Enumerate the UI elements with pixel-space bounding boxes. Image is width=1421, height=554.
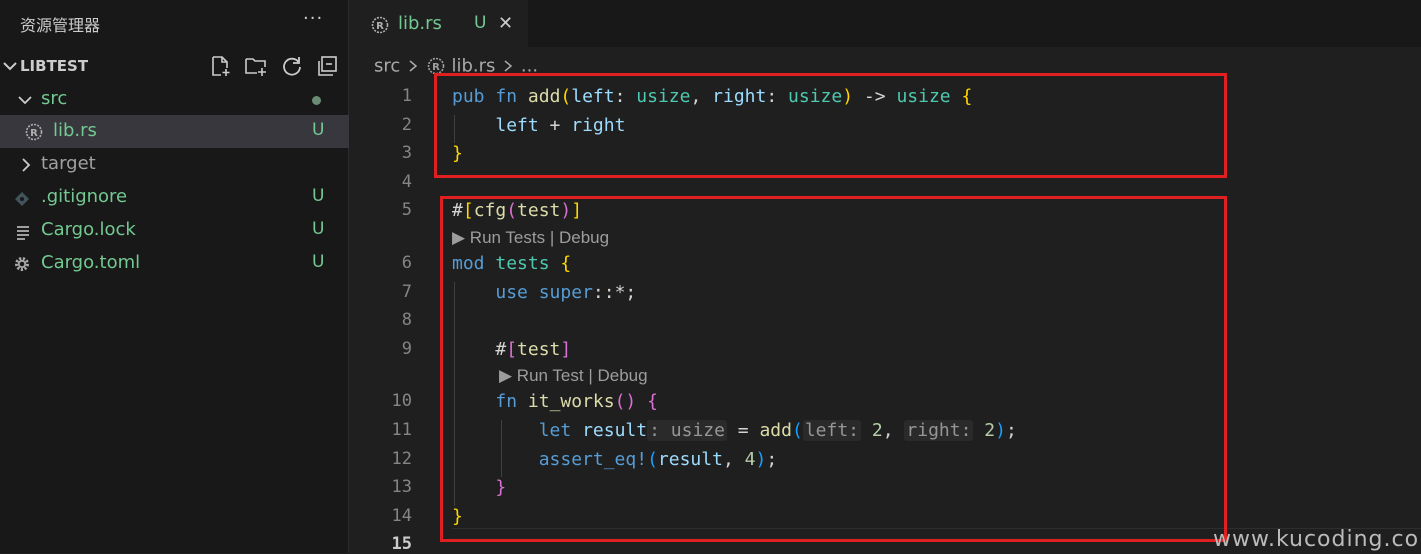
svg-text:R: R xyxy=(376,21,384,32)
chevron-right-icon xyxy=(504,60,513,72)
editor-area: R lib.rs U ✕ src R lib.rs ... 1 2 3 4 5 … xyxy=(350,0,1421,554)
close-icon[interactable]: ✕ xyxy=(498,13,513,34)
play-icon: ▶ xyxy=(452,228,470,247)
tree-item-label: src xyxy=(41,88,68,109)
breadcrumb: src R lib.rs ... xyxy=(374,55,538,77)
lens-separator: | xyxy=(549,228,555,247)
line-number: 7 xyxy=(401,282,412,302)
git-status-badge: U xyxy=(474,13,487,33)
line-number: 4 xyxy=(401,172,412,192)
tree-item-label: .gitignore xyxy=(41,186,128,207)
svg-text:R: R xyxy=(432,62,440,73)
line-number: 11 xyxy=(391,420,412,440)
rust-file-icon: R xyxy=(371,16,389,34)
refresh-icon[interactable] xyxy=(280,54,304,78)
line-number: 3 xyxy=(401,143,412,163)
tree-item-src[interactable]: src xyxy=(0,83,349,116)
svg-text:R: R xyxy=(30,128,38,139)
tree-item-label: Cargo.toml xyxy=(41,252,141,273)
code-line: use super::*; xyxy=(495,282,637,303)
new-file-icon[interactable] xyxy=(208,54,232,78)
code-line: let result: usize = add(left: 2, right: … xyxy=(538,420,1017,441)
line-number: 6 xyxy=(401,253,412,273)
line-number: 10 xyxy=(391,391,412,411)
debug-link[interactable]: Debug xyxy=(597,366,647,385)
line-number: 12 xyxy=(391,449,412,469)
tab-lib-rs[interactable]: R lib.rs U ✕ xyxy=(350,0,528,48)
chevron-right-icon xyxy=(409,60,418,72)
run-tests-link[interactable]: Run Tests xyxy=(470,228,545,247)
code-line: pub fn add(left: usize, right: usize) ->… xyxy=(452,86,973,107)
inlay-hint: : usize xyxy=(647,420,727,441)
new-folder-icon[interactable] xyxy=(244,54,268,78)
code-line: assert_eq!(result, 4); xyxy=(538,449,778,470)
line-number: 13 xyxy=(391,477,412,497)
code-line: } xyxy=(452,143,463,164)
code-line: left + right xyxy=(495,115,626,136)
tree-item-label: lib.rs xyxy=(53,120,97,141)
git-status-badge: U xyxy=(312,186,325,206)
lines-file-icon xyxy=(17,226,29,240)
project-title: LIBTEST xyxy=(20,57,89,75)
code-editor[interactable]: 1 2 3 4 5 6 7 8 9 10 11 12 13 14 15 pub … xyxy=(350,82,1421,554)
line-number: 8 xyxy=(401,310,412,330)
watermark: www.kucoding.com xyxy=(1213,527,1421,552)
play-icon: ▶ xyxy=(499,366,517,385)
collapse-all-icon[interactable] xyxy=(316,54,340,78)
chevron-down-icon xyxy=(3,62,17,71)
code-line: #[cfg(test)] xyxy=(452,200,583,221)
line-number: 2 xyxy=(401,115,412,135)
code-line: } xyxy=(452,506,463,527)
more-actions-icon[interactable]: ··· xyxy=(303,8,323,29)
debug-link[interactable]: Debug xyxy=(559,228,609,247)
code-line: #[test] xyxy=(452,339,572,360)
git-status-badge: U xyxy=(312,252,325,272)
rust-file-icon: R xyxy=(25,123,43,141)
modified-dot-icon xyxy=(312,96,321,105)
breadcrumb-folder[interactable]: src xyxy=(374,56,400,77)
project-header[interactable]: LIBTEST xyxy=(0,50,349,82)
git-status-badge: U xyxy=(312,120,325,140)
tree-item-cargo-toml[interactable]: Cargo.toml U xyxy=(0,247,349,280)
breadcrumb-file[interactable]: lib.rs xyxy=(451,56,495,77)
inlay-hint: right: xyxy=(904,420,974,441)
git-status-badge: U xyxy=(312,219,325,239)
line-number: 1 xyxy=(401,86,412,106)
rust-file-icon: R xyxy=(427,57,445,75)
code-lens-run-test[interactable]: ▶ Run Test | Debug xyxy=(499,366,648,386)
line-number-current: 15 xyxy=(391,534,412,554)
tree-item-lib-rs[interactable]: R lib.rs U xyxy=(0,115,349,148)
code-line: mod tests { xyxy=(452,253,572,274)
code-line: } xyxy=(495,477,507,498)
tab-label: lib.rs xyxy=(398,13,442,34)
lens-separator: | xyxy=(588,366,593,385)
gear-icon xyxy=(15,257,29,271)
tree-item-label: Cargo.lock xyxy=(41,219,136,240)
chevron-down-icon xyxy=(18,96,32,105)
inlay-hint: left: xyxy=(802,420,862,441)
line-number: 9 xyxy=(401,339,412,359)
tree-item-target[interactable]: target xyxy=(0,148,349,181)
tree-item-gitignore[interactable]: .gitignore U xyxy=(0,181,349,214)
code-line: fn it_works() { xyxy=(495,391,658,412)
git-file-icon xyxy=(15,192,29,206)
explorer-title: 资源管理器 xyxy=(20,16,101,35)
chevron-right-icon xyxy=(22,158,31,172)
explorer-sidebar: 资源管理器 ··· LIBTEST src R lib.rs U target … xyxy=(0,0,349,553)
line-number: 5 xyxy=(401,200,412,220)
code-lens-run-tests[interactable]: ▶ Run Tests | Debug xyxy=(452,228,609,248)
tree-item-label: target xyxy=(41,153,96,174)
breadcrumb-symbol[interactable]: ... xyxy=(521,56,538,77)
tree-item-cargo-lock[interactable]: Cargo.lock U xyxy=(0,214,349,247)
run-test-link[interactable]: Run Test xyxy=(517,366,584,385)
line-number: 14 xyxy=(391,506,412,526)
tab-bar: R lib.rs U ✕ xyxy=(350,0,1421,48)
